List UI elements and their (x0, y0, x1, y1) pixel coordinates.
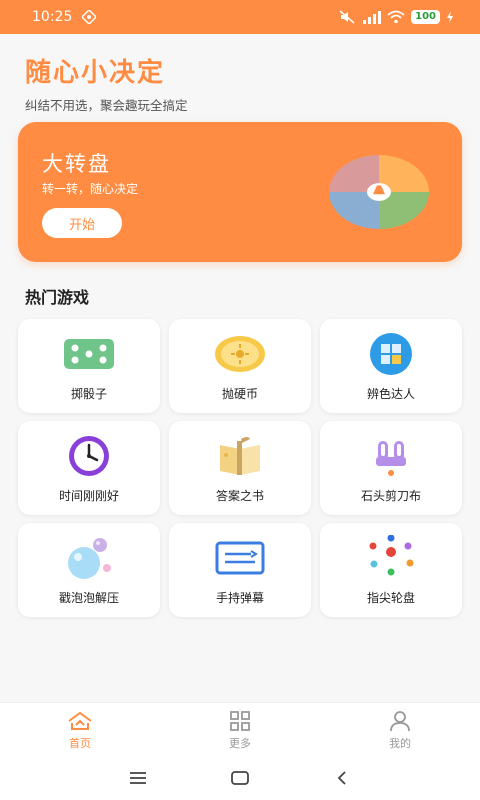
game-card-bubbles[interactable]: 戳泡泡解压 (18, 523, 160, 617)
game-card-dice[interactable]: 掷骰子 (18, 319, 160, 413)
game-label: 时间刚刚好 (58, 489, 119, 503)
app-title: 随心小决定 (25, 58, 166, 88)
dice-icon (64, 339, 114, 369)
mute-icon (339, 10, 355, 24)
start-button[interactable]: 开始 (42, 208, 122, 238)
hot-games-title: 热门游戏 (25, 288, 90, 307)
home-button-icon[interactable] (230, 770, 250, 786)
menu-icon[interactable] (128, 770, 148, 786)
coin-icon (215, 336, 265, 372)
tab-label: 更多 (229, 737, 251, 750)
color-grid-icon (370, 333, 412, 375)
header: 随心小决定 纠结不用选，聚会趣玩全搞定 (25, 52, 188, 114)
charging-icon (447, 11, 453, 23)
home-icon (68, 711, 92, 730)
game-card-coin[interactable]: 抛硬币 (169, 319, 311, 413)
wifi-icon (387, 10, 405, 24)
vpn-icon (82, 10, 97, 24)
person-icon (390, 711, 410, 731)
game-label: 辨色达人 (366, 387, 415, 401)
signal-icon (363, 11, 382, 24)
game-label: 抛硬币 (221, 387, 258, 401)
tab-more[interactable]: 更多 (210, 711, 270, 751)
game-card-barrage[interactable]: 手持弹幕 (169, 523, 311, 617)
tab-label: 首页 (69, 737, 91, 750)
back-icon[interactable] (334, 770, 350, 786)
bubbles-icon (68, 538, 111, 579)
game-label: 答案之书 (215, 489, 264, 503)
big-wheel-title: 大转盘 (42, 152, 111, 176)
rock-paper-scissors-icon (376, 441, 406, 476)
app-subtitle: 纠结不用选，聚会趣玩全搞定 (25, 98, 188, 113)
grid-icon (230, 711, 250, 731)
game-card-color[interactable]: 辨色达人 (320, 319, 462, 413)
tab-label: 我的 (389, 737, 411, 750)
big-wheel-card[interactable]: 大转盘 转一转，随心决定 开始 (18, 122, 462, 262)
game-card-clock[interactable]: 时间刚刚好 (18, 421, 160, 515)
bottom-tab-bar: 首页 更多 我的 (0, 702, 480, 758)
big-wheel-desc: 转一转，随心决定 (42, 182, 139, 196)
game-label: 指尖轮盘 (366, 591, 415, 605)
game-card-book[interactable]: 答案之书 (169, 421, 311, 515)
game-label: 戳泡泡解压 (58, 591, 119, 605)
game-label: 掷骰子 (70, 387, 107, 401)
game-label: 石头剪刀布 (360, 489, 421, 503)
battery-indicator: 100 (411, 10, 440, 24)
status-bar: 10:25 100 (0, 0, 480, 34)
wheel-icon (329, 155, 429, 229)
status-time: 10:25 (32, 9, 73, 25)
tab-mine[interactable]: 我的 (370, 711, 430, 751)
clock-icon (69, 436, 109, 476)
system-nav-bar (0, 758, 480, 800)
barrage-icon (215, 541, 265, 575)
book-icon (220, 437, 260, 475)
game-card-fingertip-wheel[interactable]: 指尖轮盘 (320, 523, 462, 617)
game-label: 手持弹幕 (215, 591, 264, 605)
tab-home[interactable]: 首页 (50, 711, 110, 751)
game-card-rps[interactable]: 石头剪刀布 (320, 421, 462, 515)
fingertip-wheel-icon (369, 535, 414, 576)
